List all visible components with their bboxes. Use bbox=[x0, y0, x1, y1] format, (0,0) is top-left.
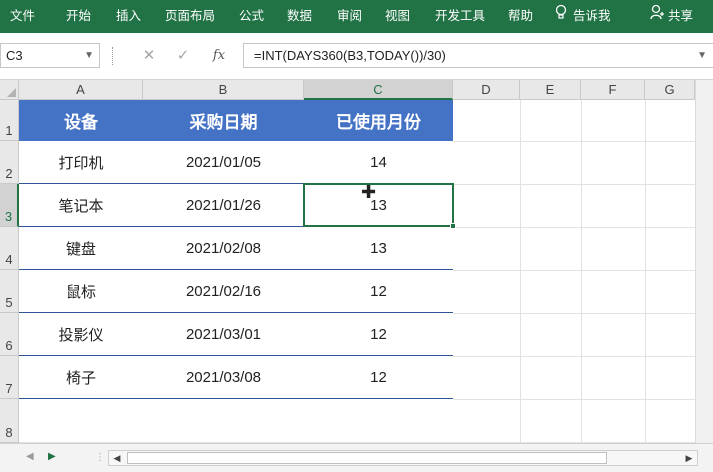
table-cell[interactable]: 2021/02/16 bbox=[143, 270, 304, 313]
row-header-1[interactable]: 1 bbox=[0, 100, 19, 141]
row-header-3[interactable]: 3 bbox=[0, 184, 19, 227]
gridline bbox=[645, 100, 646, 443]
row-number: 7 bbox=[5, 381, 13, 396]
header-cell-purchase-date[interactable]: 采购日期 bbox=[143, 100, 304, 141]
insert-function-button[interactable]: fx bbox=[208, 43, 230, 68]
gridline bbox=[453, 141, 695, 142]
table-cell[interactable]: 2021/02/08 bbox=[143, 227, 304, 270]
table-cell[interactable]: 14 bbox=[304, 141, 453, 184]
table-cell[interactable]: 椅子 bbox=[19, 356, 143, 399]
tell-me-label: 告诉我 bbox=[573, 9, 611, 23]
active-cell-selection[interactable] bbox=[303, 183, 456, 229]
formula-bar: C3 ▼ ✕ ✓ fx =INT(DAYS360(B3,TODAY())/30)… bbox=[0, 33, 713, 80]
row-header-7[interactable]: 7 bbox=[0, 356, 19, 399]
table-cell[interactable]: 投影仪 bbox=[19, 313, 143, 356]
row-number: 8 bbox=[5, 425, 13, 440]
worksheet-grid[interactable]: 设备 采购日期 已使用月份 打印机 2021/01/05 14 笔记本 2021… bbox=[19, 100, 695, 443]
table-cell[interactable]: 打印机 bbox=[19, 141, 143, 184]
formula-input[interactable]: =INT(DAYS360(B3,TODAY())/30) ▼ bbox=[243, 43, 713, 68]
tab-split-handle[interactable]: ⋮ bbox=[95, 452, 105, 463]
header-cell-device[interactable]: 设备 bbox=[19, 100, 143, 141]
cell-cursor-icon: ✚ bbox=[361, 182, 377, 202]
column-header-g[interactable]: G bbox=[645, 80, 695, 100]
table-cell[interactable]: 2021/01/05 bbox=[143, 141, 304, 184]
tab-view[interactable]: 视图 bbox=[385, 0, 410, 33]
table-cell[interactable]: 2021/01/26 bbox=[143, 184, 304, 227]
table-cell[interactable]: 12 bbox=[304, 356, 453, 399]
tab-help[interactable]: 帮助 bbox=[508, 0, 533, 33]
table-cell[interactable]: 2021/03/01 bbox=[143, 313, 304, 356]
horizontal-scrollbar[interactable]: ◀ ▶ bbox=[108, 450, 698, 466]
gridline bbox=[453, 399, 695, 400]
row-number: 5 bbox=[5, 295, 13, 310]
table-cell[interactable]: 鼠标 bbox=[19, 270, 143, 313]
share-label: 共享 bbox=[668, 9, 694, 23]
row-number: 1 bbox=[5, 123, 13, 138]
table-cell[interactable]: 12 bbox=[304, 270, 453, 313]
column-header-c[interactable]: C bbox=[304, 80, 453, 100]
select-all-button[interactable] bbox=[0, 80, 19, 100]
expand-formula-icon[interactable]: ▼ bbox=[697, 44, 707, 67]
formula-bar-separator[interactable] bbox=[112, 47, 114, 65]
vertical-scrollbar[interactable] bbox=[695, 80, 713, 443]
table-cell[interactable]: 键盘 bbox=[19, 227, 143, 270]
fill-handle[interactable] bbox=[450, 223, 456, 229]
tell-me-box[interactable]: 告诉我 bbox=[555, 0, 611, 33]
person-icon bbox=[650, 0, 664, 33]
gridline bbox=[453, 270, 695, 271]
row-number: 4 bbox=[5, 252, 13, 267]
name-box[interactable]: C3 ▼ bbox=[0, 43, 100, 68]
scrollbar-thumb[interactable] bbox=[127, 452, 607, 464]
tab-page-layout[interactable]: 页面布局 bbox=[165, 0, 215, 33]
scroll-right-icon[interactable]: ▶ bbox=[681, 451, 697, 465]
tab-data[interactable]: 数据 bbox=[287, 0, 312, 33]
table-cell[interactable]: 13 bbox=[304, 227, 453, 270]
row-header-6[interactable]: 6 bbox=[0, 313, 19, 356]
header-cell-months-used[interactable]: 已使用月份 bbox=[304, 100, 453, 141]
table-cell[interactable]: 2021/03/08 bbox=[143, 356, 304, 399]
row-header-8[interactable]: 8 bbox=[0, 399, 19, 443]
sheet-tab-bar: ◀ ▶ ⋮ ◀ ▶ bbox=[0, 443, 713, 472]
ribbon-tab-bar: 文件 开始 插入 页面布局 公式 数据 审阅 视图 开发工具 帮助 告诉我 共享 bbox=[0, 0, 713, 33]
tab-file[interactable]: 文件 bbox=[10, 0, 35, 33]
column-header-d[interactable]: D bbox=[453, 80, 520, 100]
cancel-button[interactable]: ✕ bbox=[138, 43, 160, 68]
gridline bbox=[520, 100, 521, 443]
table-cell[interactable]: 笔记本 bbox=[19, 184, 143, 227]
row-border bbox=[19, 398, 453, 399]
row-number: 6 bbox=[5, 338, 13, 353]
tab-insert[interactable]: 插入 bbox=[116, 0, 141, 33]
gridline bbox=[453, 356, 695, 357]
lightbulb-icon bbox=[555, 0, 567, 33]
formula-text: =INT(DAYS360(B3,TODAY())/30) bbox=[254, 48, 446, 63]
gridline bbox=[453, 184, 695, 185]
prev-sheet-icon[interactable]: ◀ bbox=[26, 451, 34, 462]
column-header-e[interactable]: E bbox=[520, 80, 581, 100]
tab-formulas[interactable]: 公式 bbox=[239, 0, 264, 33]
row-header-4[interactable]: 4 bbox=[0, 227, 19, 270]
row-header-5[interactable]: 5 bbox=[0, 270, 19, 313]
share-button[interactable]: 共享 bbox=[650, 0, 693, 33]
column-header-f[interactable]: F bbox=[581, 80, 645, 100]
table-cell[interactable]: 12 bbox=[304, 313, 453, 356]
row-number: 2 bbox=[5, 166, 13, 181]
scroll-left-icon[interactable]: ◀ bbox=[109, 451, 125, 465]
enter-button[interactable]: ✓ bbox=[172, 43, 194, 68]
chevron-down-icon[interactable]: ▼ bbox=[84, 44, 94, 67]
tab-review[interactable]: 审阅 bbox=[337, 0, 362, 33]
gridline bbox=[453, 227, 695, 228]
name-box-value: C3 bbox=[6, 48, 23, 63]
next-sheet-icon[interactable]: ▶ bbox=[48, 451, 56, 462]
select-all-icon bbox=[7, 88, 16, 97]
row-header-2[interactable]: 2 bbox=[0, 141, 19, 184]
gridline bbox=[453, 313, 695, 314]
tab-developer[interactable]: 开发工具 bbox=[435, 0, 485, 33]
gridline bbox=[581, 100, 582, 443]
column-header-b[interactable]: B bbox=[143, 80, 304, 100]
column-header-a[interactable]: A bbox=[19, 80, 143, 100]
tab-home[interactable]: 开始 bbox=[66, 0, 91, 33]
row-number: 3 bbox=[4, 209, 13, 224]
